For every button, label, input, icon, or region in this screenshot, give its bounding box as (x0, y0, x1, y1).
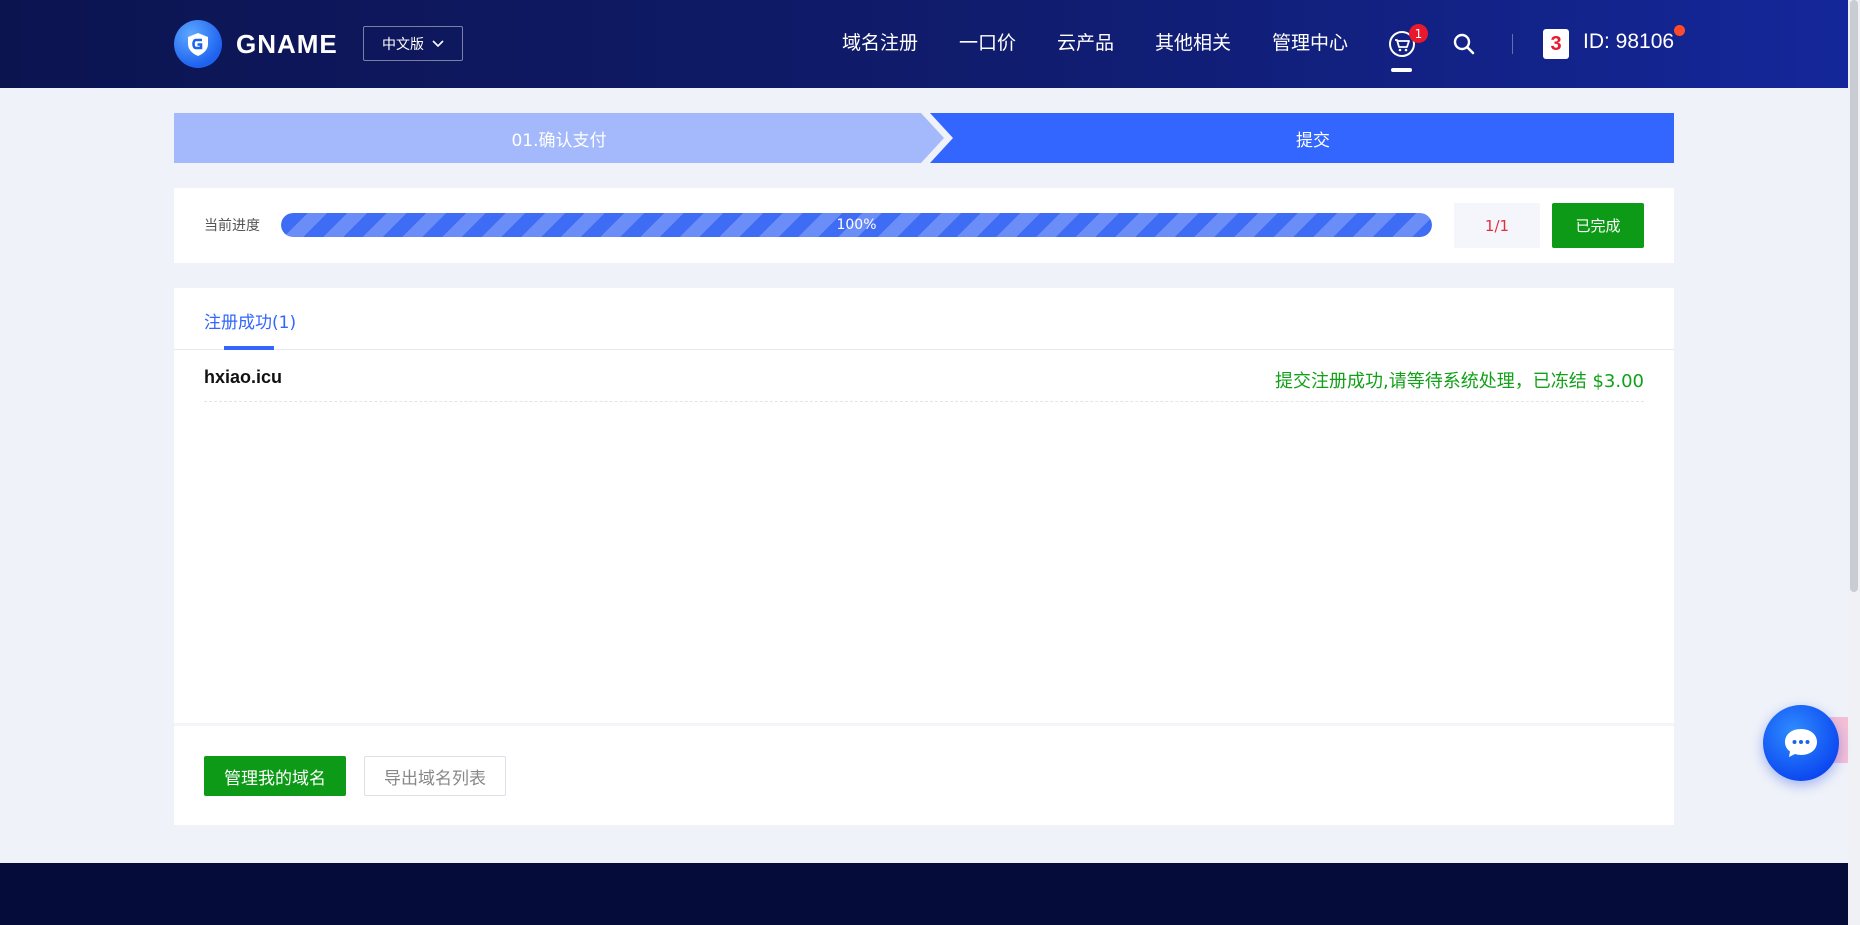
cart-count-badge: 1 (1409, 24, 1428, 43)
search-icon[interactable] (1452, 32, 1476, 56)
progress-label: 当前进度 (204, 218, 260, 234)
progress-percent: 100% (836, 217, 877, 233)
nav-management-center[interactable]: 管理中心 (1272, 28, 1348, 55)
manage-domains-button[interactable]: 管理我的域名 (204, 756, 346, 796)
nav-domain-register[interactable]: 域名注册 (842, 28, 918, 55)
user-avatar[interactable]: 3 (1543, 29, 1569, 59)
chat-bubble-icon (1785, 729, 1817, 757)
scrollbar-thumb[interactable] (1850, 0, 1858, 592)
nav-cloud-products[interactable]: 云产品 (1057, 28, 1114, 55)
completed-button[interactable]: 已完成 (1552, 203, 1644, 248)
result-row: hxiao.icu 提交注册成功,请等待系统处理，已冻结 $3.00 (204, 350, 1644, 402)
action-bar: 管理我的域名 导出域名列表 (174, 723, 1674, 825)
user-id[interactable]: ID: 98106 (1583, 30, 1674, 54)
chat-button[interactable] (1763, 705, 1839, 781)
top-header: GNAME 中文版 域名注册 一口价 云产品 其他相关 管理中心 1 3 ID:… (0, 0, 1848, 88)
export-domain-list-button[interactable]: 导出域名列表 (364, 756, 506, 796)
language-label: 中文版 (382, 36, 424, 53)
tab-bar: 注册成功(1) (174, 288, 1674, 350)
result-panel: 注册成功(1) hxiao.icu 提交注册成功,请等待系统处理，已冻结 $3.… (174, 288, 1674, 825)
progress-bar: 100% (281, 213, 1432, 237)
gname-logo-icon (174, 20, 222, 68)
nav-fixed-price[interactable]: 一口价 (959, 28, 1016, 55)
site-logo[interactable]: GNAME (174, 20, 338, 68)
chevron-down-icon (432, 39, 444, 47)
progress-panel: 当前进度 100% 1/1 已完成 (174, 188, 1674, 263)
site-footer (0, 863, 1848, 925)
nav-others[interactable]: 其他相关 (1155, 28, 1231, 55)
row-status: 提交注册成功,请等待系统处理，已冻结 $3.00 (1275, 371, 1644, 392)
header-divider (1512, 34, 1513, 54)
tab-register-success[interactable]: 注册成功(1) (204, 308, 296, 333)
progress-count: 1/1 (1454, 203, 1540, 248)
language-select[interactable]: 中文版 (363, 26, 463, 61)
step-confirm-payment: 01.确认支付 (174, 113, 944, 163)
notification-dot (1674, 25, 1685, 36)
step-submit: 提交 (930, 113, 1674, 163)
cart-active-indicator (1391, 68, 1412, 72)
step-indicator: 01.确认支付 提交 (174, 113, 1674, 163)
row-domain: hxiao.icu (204, 367, 283, 387)
logo-text: GNAME (236, 28, 338, 59)
